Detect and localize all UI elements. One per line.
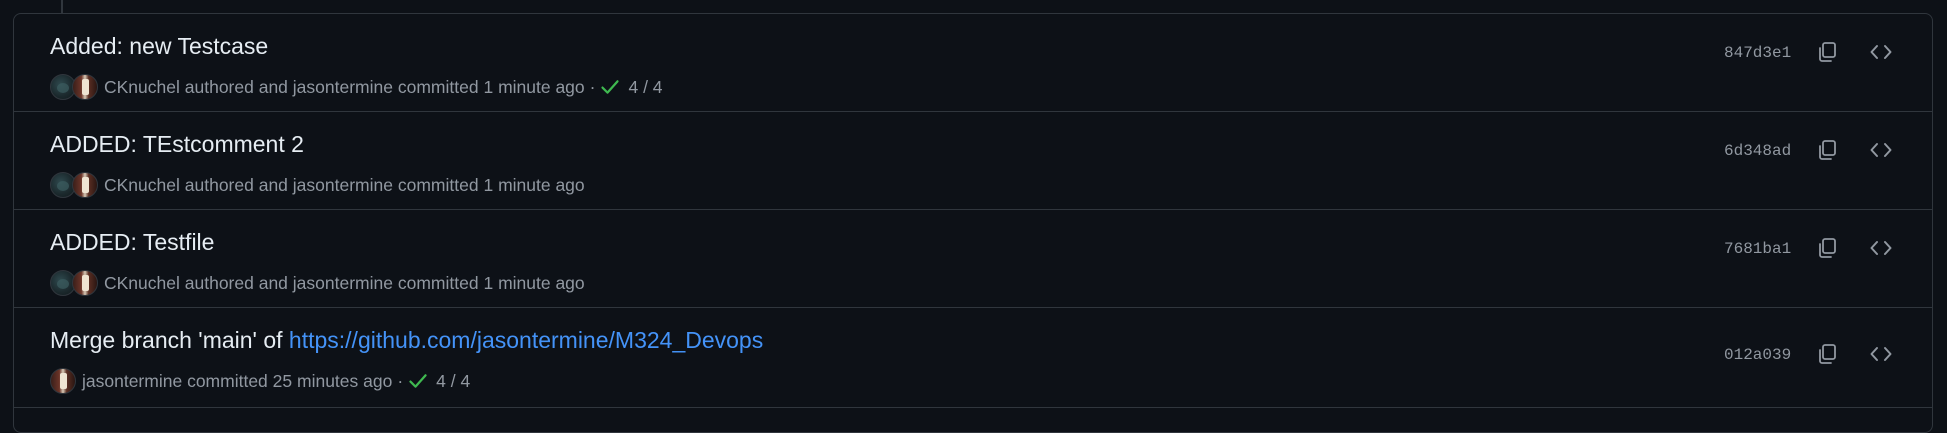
authored-label: authored and [184, 174, 288, 195]
separator-dot: · [397, 370, 404, 391]
code-icon [1870, 241, 1892, 255]
timeline-line [61, 0, 63, 14]
author-link[interactable]: CKnuchel [104, 77, 180, 98]
committer-avatar[interactable] [50, 368, 76, 394]
committed-label: committed [397, 76, 479, 97]
authored-label: authored and [184, 76, 288, 97]
browse-repo-button[interactable] [1863, 230, 1899, 266]
copy-sha-button[interactable] [1809, 230, 1845, 266]
separator-dot: · [589, 76, 596, 97]
copy-sha-button[interactable] [1809, 34, 1845, 70]
checks-status[interactable]: 4 / 4 [408, 371, 470, 392]
copy-icon [1819, 42, 1836, 62]
check-icon [409, 374, 427, 388]
commit-list: Added: new Testcase CKnuchel authored and… [13, 13, 1933, 433]
commit-sha[interactable]: 012a039 [1724, 346, 1791, 364]
commit-meta: jasontermine committed 25 minutes ago · 4 … [50, 366, 470, 396]
copy-icon [1819, 140, 1836, 160]
avatar-stack [50, 368, 76, 394]
copy-icon [1819, 344, 1836, 364]
copy-sha-button[interactable] [1809, 132, 1845, 168]
browse-repo-button[interactable] [1863, 336, 1899, 372]
commit-meta: CKnuchel authored and jasontermine commi… [50, 72, 663, 102]
copy-sha-button[interactable] [1809, 336, 1845, 372]
commit-row: ADDED: TEstcomment 2 CKnuchel authored an… [14, 112, 1932, 210]
code-icon [1870, 347, 1892, 361]
commit-message[interactable]: Merge branch 'main' of [50, 327, 289, 353]
avatar-stack [50, 74, 98, 100]
commit-title[interactable]: Merge branch 'main' of https://github.co… [50, 325, 763, 355]
committer-link[interactable]: jasontermine [293, 175, 393, 196]
commit-sha[interactable]: 7681ba1 [1724, 240, 1791, 258]
relative-time: 1 minute ago [483, 76, 585, 97]
commit-message[interactable]: ADDED: TEstcomment 2 [50, 131, 304, 157]
commit-title[interactable]: ADDED: Testfile [50, 227, 214, 257]
commit-sha[interactable]: 6d348ad [1724, 142, 1791, 160]
checks-count: 4 / 4 [628, 76, 663, 97]
avatar-stack [50, 172, 98, 198]
committer-avatar[interactable] [72, 270, 98, 296]
relative-time: 25 minutes ago [272, 370, 393, 391]
authored-label: authored and [184, 272, 288, 293]
commit-row: Added: new Testcase CKnuchel authored and… [14, 14, 1932, 112]
relative-time: 1 minute ago [483, 272, 585, 293]
code-icon [1870, 45, 1892, 59]
committed-label: committed [187, 370, 268, 391]
commit-title[interactable]: ADDED: TEstcomment 2 [50, 129, 304, 159]
commit-message[interactable]: ADDED: Testfile [50, 229, 214, 255]
committer-link[interactable]: jasontermine [293, 273, 393, 294]
committer-link[interactable]: jasontermine [293, 77, 393, 98]
committer-avatar[interactable] [72, 172, 98, 198]
avatar-stack [50, 270, 98, 296]
author-link[interactable]: CKnuchel [104, 273, 180, 294]
commit-row: ADDED: Testfile CKnuchel authored and jas… [14, 210, 1932, 308]
committer-link[interactable]: jasontermine [82, 371, 182, 392]
commit-meta: CKnuchel authored and jasontermine commi… [50, 268, 585, 298]
author-link[interactable]: CKnuchel [104, 175, 180, 196]
copy-icon [1819, 238, 1836, 258]
checks-status[interactable]: 4 / 4 [600, 76, 663, 98]
commit-title[interactable]: Added: new Testcase [50, 31, 268, 61]
check-icon [601, 80, 620, 94]
browse-repo-button[interactable] [1863, 34, 1899, 70]
committed-label: committed [397, 272, 479, 293]
commit-message-link[interactable]: https://github.com/jasontermine/M324_Dev… [289, 327, 763, 353]
commit-row: Merge branch 'main' of https://github.co… [14, 308, 1932, 408]
browse-repo-button[interactable] [1863, 132, 1899, 168]
committer-avatar[interactable] [72, 74, 98, 100]
commit-message[interactable]: Added: new Testcase [50, 33, 268, 59]
commit-sha[interactable]: 847d3e1 [1724, 44, 1791, 62]
committed-label: committed [397, 174, 479, 195]
code-icon [1870, 143, 1892, 157]
checks-count: 4 / 4 [436, 370, 471, 391]
commit-meta: CKnuchel authored and jasontermine commi… [50, 170, 585, 200]
relative-time: 1 minute ago [483, 174, 585, 195]
